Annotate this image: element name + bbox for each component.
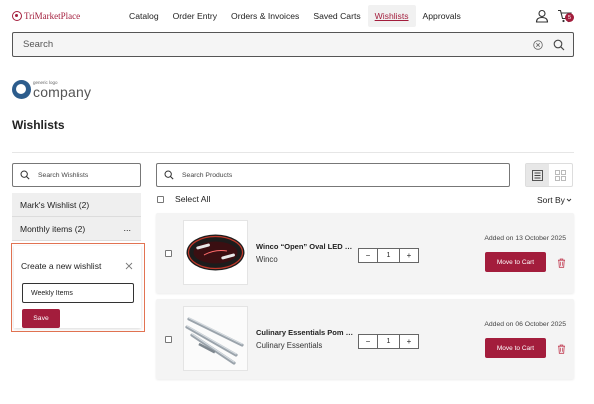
quantity-stepper: − 1 + [358, 334, 419, 349]
brand-logo[interactable]: TriMarketPlace [12, 11, 80, 21]
product-image[interactable] [183, 306, 248, 371]
sort-by-dropdown[interactable]: Sort By [537, 195, 572, 205]
global-search-input[interactable] [13, 39, 533, 50]
search-icon [164, 170, 174, 180]
close-icon[interactable] [125, 262, 133, 270]
nav-approvals[interactable]: Approvals [416, 5, 468, 27]
cart-count-badge: 5 [565, 13, 574, 22]
list-view-button[interactable] [526, 164, 549, 186]
product-search-box [156, 163, 510, 187]
product-brand: Winco [256, 255, 278, 264]
move-to-cart-button[interactable]: Move to Cart [485, 252, 546, 272]
wishlist-item[interactable]: Monthly items (2) ... [12, 217, 141, 241]
nav-saved-carts[interactable]: Saved Carts [306, 5, 367, 27]
main-nav: Catalog Order Entry Orders & Invoices Sa… [122, 4, 468, 28]
sort-by-label: Sort By [537, 195, 565, 205]
company-logo-icon [12, 80, 31, 99]
added-on-date: Added on 06 October 2025 [484, 321, 566, 328]
wishlist-item-label: Monthly items (2) [20, 223, 86, 234]
trash-icon[interactable] [557, 258, 566, 268]
wishlist-list: Mark's Wishlist (2) Monthly items (2) ..… [12, 193, 141, 241]
move-to-cart-button[interactable]: Move to Cart [485, 338, 546, 358]
global-search-bar [12, 32, 574, 57]
wishlist-item-label: Mark's Wishlist (2) [20, 199, 90, 210]
clear-icon[interactable] [533, 39, 543, 50]
added-on-date: Added on 13 October 2025 [484, 235, 566, 242]
decrease-quantity-button[interactable]: − [358, 334, 378, 349]
product-name[interactable]: Culinary Essentials Pom Pom [256, 328, 356, 337]
nav-orders-invoices[interactable]: Orders & Invoices [224, 5, 306, 27]
brand-name: TriMarketPlace [24, 11, 81, 21]
create-wishlist-panel: Create a new wishlist Save [11, 243, 145, 332]
metal-rods-image [184, 307, 247, 370]
product-checkbox[interactable] [165, 336, 172, 343]
company-logo: generic logo company [12, 78, 92, 100]
new-wishlist-name-input[interactable] [22, 283, 134, 303]
select-all-checkbox[interactable] [157, 195, 164, 203]
product-search-input[interactable] [182, 171, 482, 179]
search-icon [20, 170, 30, 180]
increase-quantity-button[interactable]: + [399, 248, 419, 263]
create-wishlist-title: Create a new wishlist [21, 261, 102, 271]
open-sign-image [186, 234, 245, 271]
decrease-quantity-button[interactable]: − [358, 248, 378, 263]
product-image[interactable] [183, 220, 248, 285]
top-header: TriMarketPlace Catalog Order Entry Order… [0, 0, 594, 32]
quantity-stepper: − 1 + [358, 248, 419, 263]
grid-view-icon [555, 169, 566, 181]
product-brand: Culinary Essentials [256, 341, 323, 350]
quantity-value[interactable]: 1 [378, 334, 399, 349]
nav-wishlists[interactable]: Wishlists [367, 5, 416, 27]
save-wishlist-button[interactable]: Save [22, 309, 60, 328]
wishlist-search-box [12, 163, 141, 187]
wishlist-item[interactable]: Mark's Wishlist (2) [12, 193, 141, 217]
brand-logo-icon [12, 11, 22, 21]
nav-order-entry[interactable]: Order Entry [166, 5, 224, 27]
list-view-icon [532, 169, 543, 181]
product-name[interactable]: Winco “Open” Oval LED Sign [256, 242, 356, 251]
select-all: Select All [157, 194, 210, 204]
product-checkbox[interactable] [165, 250, 172, 257]
nav-catalog[interactable]: Catalog [122, 5, 166, 27]
section-divider [12, 152, 574, 153]
chevron-down-icon [566, 198, 572, 202]
wishlist-search-input[interactable] [38, 171, 128, 179]
wishlist-product-card: Winco “Open” Oval LED Sign Winco − 1 + A… [156, 213, 574, 293]
select-all-label[interactable]: Select All [175, 194, 210, 204]
more-options-icon[interactable]: ... [123, 223, 131, 233]
company-logo-name: company [33, 84, 92, 100]
page-title: Wishlists [12, 118, 65, 132]
create-wishlist-form: Create a new wishlist Save [14, 246, 141, 328]
wishlist-product-card: Culinary Essentials Pom Pom Culinary Ess… [156, 299, 574, 379]
trash-icon[interactable] [557, 344, 566, 354]
increase-quantity-button[interactable]: + [399, 334, 419, 349]
quantity-value[interactable]: 1 [378, 248, 399, 263]
view-toggle [525, 163, 573, 187]
search-icon[interactable] [553, 39, 565, 51]
grid-view-button[interactable] [549, 164, 572, 186]
user-icon[interactable] [535, 9, 549, 23]
